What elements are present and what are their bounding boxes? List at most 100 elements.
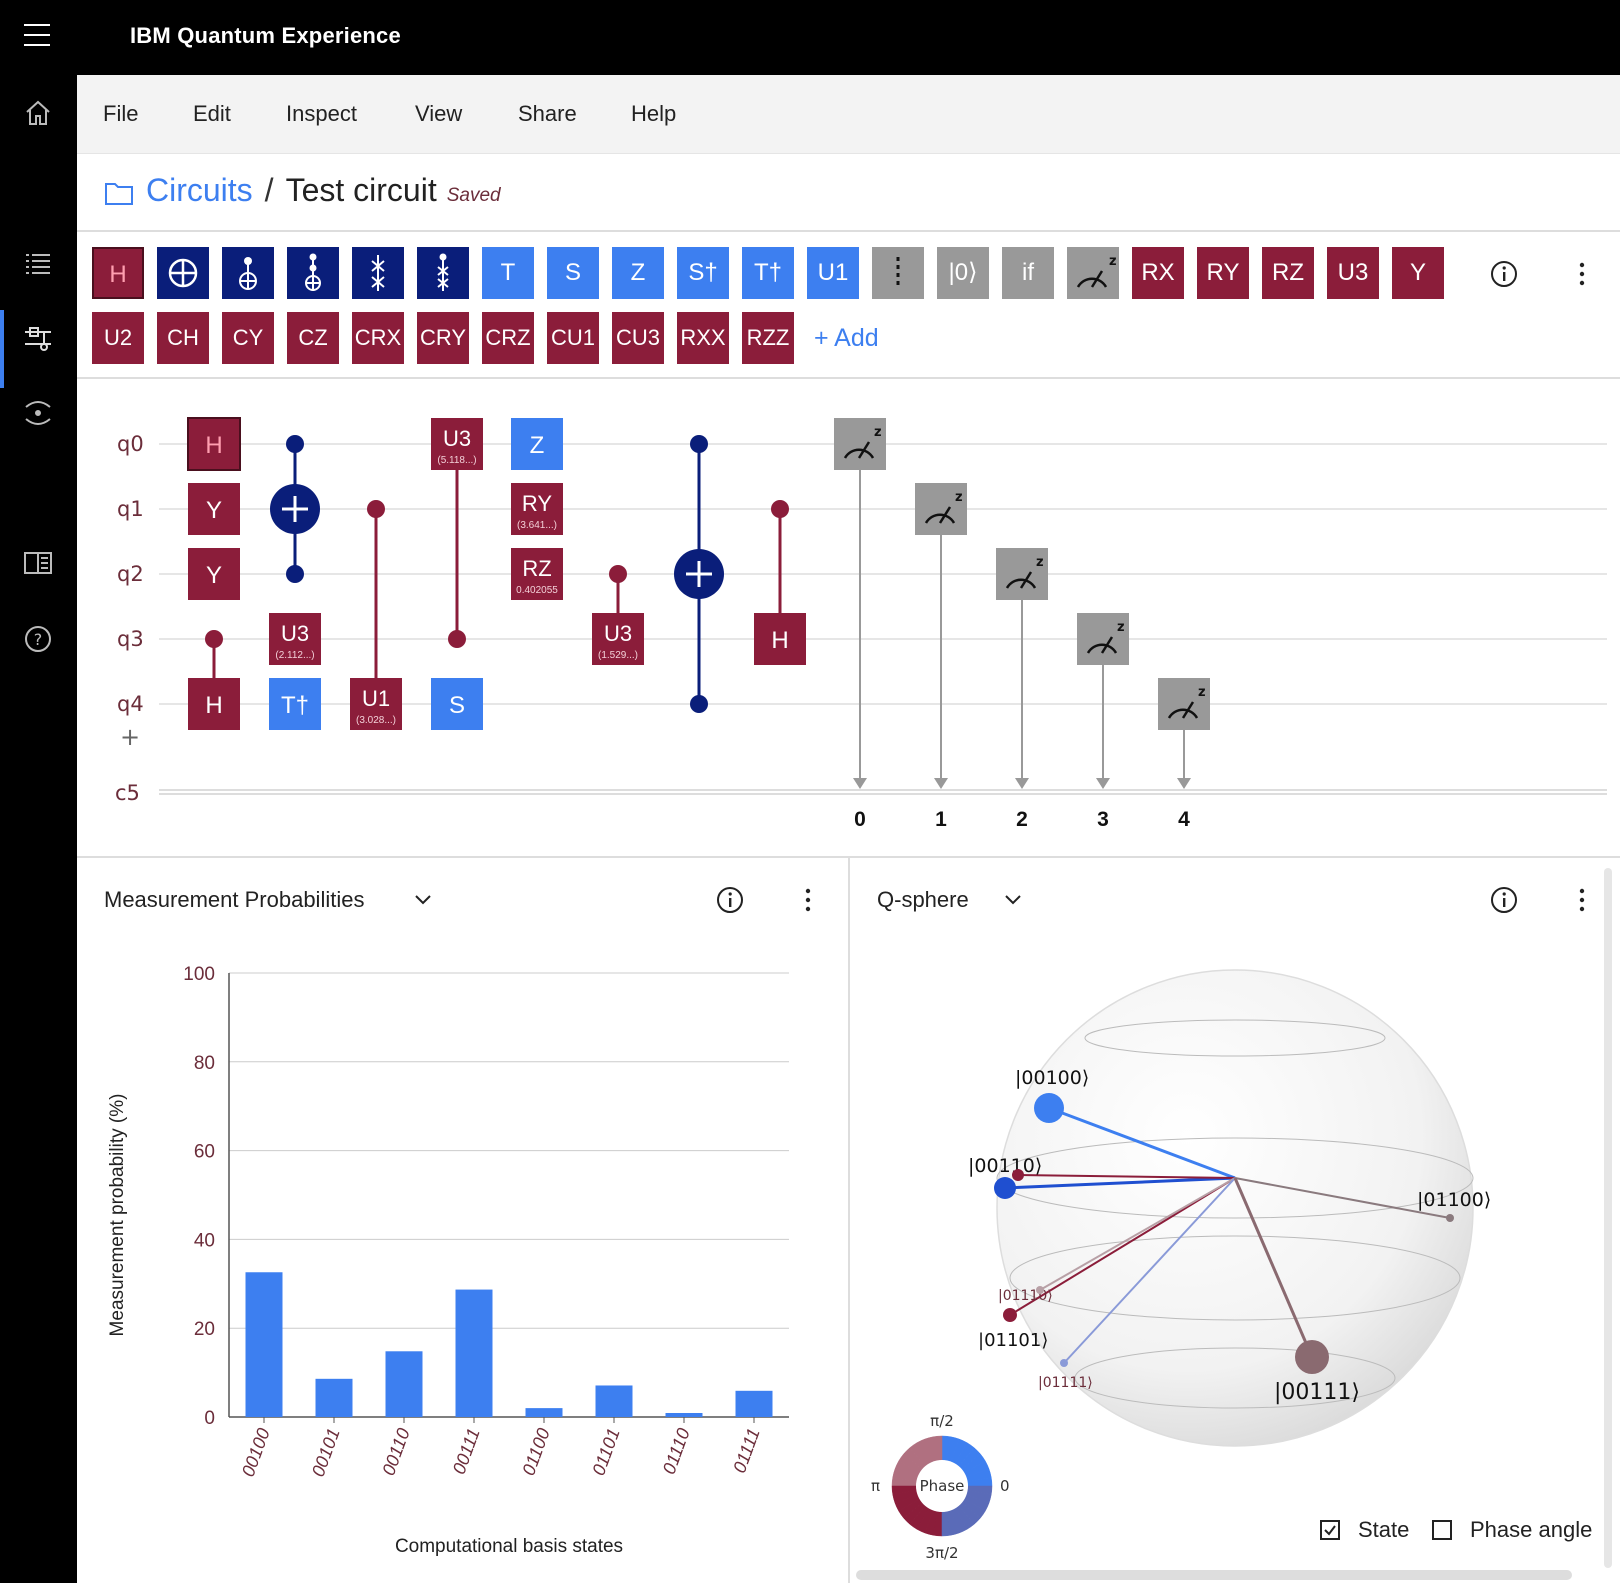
chevron-down-icon[interactable] (414, 894, 432, 906)
palette-gate-u1[interactable]: U1 (807, 247, 859, 299)
circuit-name[interactable]: Test circuit (286, 172, 437, 208)
palette-gate-s[interactable]: S† (677, 247, 729, 299)
palette-gate-t[interactable]: T (482, 247, 534, 299)
bar-01111[interactable] (735, 1390, 773, 1417)
palette-gate-u3[interactable]: U3 (1327, 247, 1379, 299)
gate-h-q0[interactable]: H (187, 417, 241, 471)
help-icon[interactable]: ? (22, 623, 54, 655)
bar-01110[interactable] (665, 1413, 703, 1417)
state-point[interactable] (1446, 1214, 1454, 1222)
palette-gate-ch[interactable]: CH (157, 312, 209, 364)
phase-angle-option[interactable]: Phase angle (1432, 1517, 1592, 1543)
gate-rz-q2[interactable]: RZ 0.402055 (511, 548, 563, 600)
state-point[interactable] (1003, 1308, 1017, 1322)
bar-00100[interactable] (245, 1272, 283, 1417)
state-point[interactable] (1060, 1359, 1068, 1367)
info-icon[interactable] (1488, 258, 1520, 290)
palette-gate-cz[interactable]: CZ (287, 312, 339, 364)
palette-gate-cy[interactable]: CY (222, 312, 274, 364)
horizontal-scrollbar[interactable] (856, 1570, 1572, 1580)
info-icon[interactable] (1488, 884, 1520, 916)
bar-01100[interactable] (525, 1408, 563, 1417)
gate-y-q1[interactable]: Y (188, 483, 240, 535)
menu-view[interactable]: View (415, 101, 462, 127)
qsphere-visualization[interactable]: |00100⟩ |00110⟩ |01100⟩ |01110⟩ |01101⟩ |0111… (850, 930, 1610, 1560)
palette-barrier-gate[interactable] (872, 247, 924, 299)
palette-gate-crx[interactable]: CRX (352, 312, 404, 364)
circuit-canvas[interactable]: q0 q1 q2 q3 q4 + c5 H Y Y H U3 (2.112...) T† U1 (3.028.… (77, 380, 1620, 860)
palette-measure-gate[interactable]: z (1067, 247, 1119, 299)
palette-gate-ry[interactable]: RY (1197, 247, 1249, 299)
palette-gate-rx[interactable]: RX (1132, 247, 1184, 299)
gate-h-q4[interactable]: H (188, 678, 240, 730)
state-point[interactable] (994, 1177, 1016, 1199)
state-point[interactable] (1012, 1169, 1024, 1181)
home-icon[interactable] (22, 97, 54, 129)
chevron-down-icon[interactable] (1004, 894, 1022, 906)
gate-toffoli-q0-q4-q2[interactable] (674, 435, 724, 713)
bar-00101[interactable] (315, 1378, 353, 1417)
palette-gate-h[interactable]: H (92, 247, 144, 299)
gate-u3-q3[interactable]: U3 (2.112...) (269, 613, 321, 665)
probabilities-panel-title[interactable]: Measurement Probabilities (104, 887, 364, 913)
palette-gate-cry[interactable]: CRY (417, 312, 469, 364)
overflow-menu-icon[interactable] (792, 884, 824, 916)
gate-s-q4[interactable]: S (431, 678, 483, 730)
state-option[interactable]: State (1320, 1517, 1409, 1543)
palette-gate-rz[interactable]: RZ (1262, 247, 1314, 299)
measure-gate-q4[interactable]: z (1158, 678, 1210, 789)
palette-gate-s[interactable]: S (547, 247, 599, 299)
overflow-menu-icon[interactable] (1566, 884, 1598, 916)
gate-ry-q1[interactable]: RY (3.641...) (511, 483, 563, 535)
add-gate-button[interactable]: + Add (814, 324, 879, 353)
palette-toffoli-gate[interactable] (287, 247, 339, 299)
info-icon[interactable] (714, 884, 746, 916)
gate-h-q3[interactable]: H (754, 613, 806, 665)
gate-u3-q0[interactable]: U3 (5.118...) (431, 418, 483, 470)
palette-gate-crz[interactable]: CRZ (482, 312, 534, 364)
add-qubit-button[interactable]: + (120, 723, 140, 751)
measure-gate-q3[interactable]: z (1077, 613, 1129, 789)
palette-gate-0[interactable]: |0⟩ (937, 247, 989, 299)
palette-gate-y[interactable]: Y (1392, 247, 1444, 299)
menu-file[interactable]: File (103, 101, 138, 127)
gate-cu3-q3-q0[interactable] (448, 444, 466, 648)
measure-gate-q2[interactable]: z (996, 548, 1048, 789)
palette-controlled-not-gate[interactable] (222, 247, 274, 299)
bar-01101[interactable] (595, 1385, 633, 1417)
palette-gate-u2[interactable]: U2 (92, 312, 144, 364)
state-checkbox[interactable] (1320, 1520, 1340, 1540)
menu-edit[interactable]: Edit (193, 101, 231, 127)
breadcrumb-circuits-link[interactable]: Circuits (146, 172, 253, 208)
palette-swap-gate[interactable] (352, 247, 404, 299)
state-point[interactable] (1036, 1286, 1044, 1294)
menu-share[interactable]: Share (518, 101, 577, 127)
palette-gate-if[interactable]: if (1002, 247, 1054, 299)
qiskit-icon[interactable] (22, 397, 54, 429)
palette-gate-t[interactable]: T† (742, 247, 794, 299)
list-icon[interactable] (22, 247, 54, 279)
palette-gate-rzz[interactable]: RZZ (742, 312, 794, 364)
palette-gate-z[interactable]: Z (612, 247, 664, 299)
hamburger-menu-icon[interactable] (24, 24, 50, 46)
docs-icon[interactable] (22, 547, 54, 579)
gate-toffoli-q0-q2-q1[interactable] (270, 435, 320, 583)
gate-z-q0[interactable]: Z (511, 418, 563, 470)
bar-00111[interactable] (455, 1289, 493, 1417)
menu-inspect[interactable]: Inspect (286, 101, 357, 127)
gate-tdg-q4[interactable]: T† (269, 678, 321, 730)
overflow-menu-icon[interactable] (1566, 258, 1598, 290)
phase-angle-checkbox[interactable] (1432, 1520, 1452, 1540)
gate-cu1-q1-q4[interactable] (367, 500, 385, 704)
palette-fredkin-gate[interactable] (417, 247, 469, 299)
palette-gate-cu1[interactable]: CU1 (547, 312, 599, 364)
state-point[interactable] (1295, 1340, 1329, 1374)
qsphere-panel-title[interactable]: Q-sphere (877, 887, 969, 913)
gate-u3-q3b[interactable]: U3 (1.529...) (592, 613, 644, 665)
bar-00110[interactable] (385, 1351, 423, 1417)
palette-gate-cu3[interactable]: CU3 (612, 312, 664, 364)
circuit-composer-icon[interactable] (22, 323, 54, 355)
measure-gate-q0[interactable]: z (834, 418, 886, 789)
state-point[interactable] (1034, 1093, 1064, 1123)
palette-gate-rxx[interactable]: RXX (677, 312, 729, 364)
